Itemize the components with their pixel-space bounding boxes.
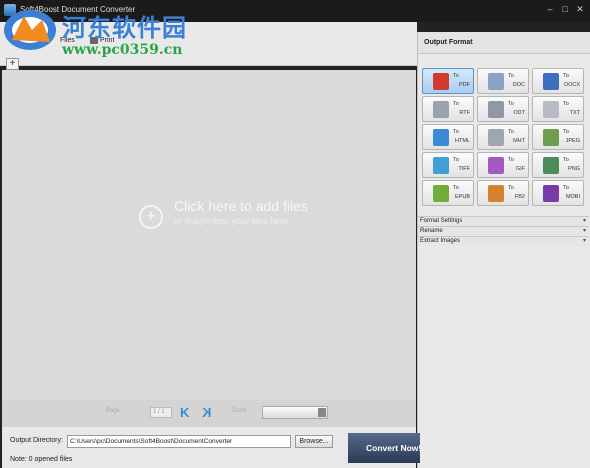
format-to-label: To xyxy=(563,185,569,191)
format-button-tiff[interactable]: To TIFF xyxy=(422,152,474,178)
format-button-mht[interactable]: To MHT xyxy=(477,124,529,150)
format-name: PDF xyxy=(459,82,470,88)
format-name: DOCX xyxy=(564,82,580,88)
format-name: HTML xyxy=(455,138,470,144)
format-to-label: To xyxy=(453,185,459,191)
pdf-icon xyxy=(433,73,449,90)
section-label: Format Settings xyxy=(420,218,463,224)
section-label: Rename xyxy=(420,228,443,234)
format-to-label: To xyxy=(453,157,459,163)
format-button-odt[interactable]: To ODT xyxy=(477,96,529,122)
browse-button[interactable]: Browse... xyxy=(295,435,333,448)
section-format-settings[interactable]: Format Settings ▾ xyxy=(418,216,589,226)
format-to-label: To xyxy=(508,185,514,191)
output-directory-label: Output Directory: xyxy=(10,437,63,444)
add-file-small-button[interactable]: + xyxy=(6,58,19,70)
fb2-icon xyxy=(488,185,504,202)
maximize-button[interactable]: □ xyxy=(559,3,571,15)
drop-zone[interactable]: + Click here to add files or drag'n'drop… xyxy=(2,70,416,400)
app-icon xyxy=(4,4,16,16)
rtf-icon xyxy=(433,101,449,118)
jpeg-icon xyxy=(543,129,559,146)
format-button-doc[interactable]: To DOC xyxy=(477,68,529,94)
odt-icon xyxy=(488,101,504,118)
format-button-rtf[interactable]: To RTF xyxy=(422,96,474,122)
output-directory-input[interactable]: C:\Users\pc\Documents\Soft4Boost\Documen… xyxy=(67,435,291,448)
format-to-label: To xyxy=(563,101,569,107)
mht-icon xyxy=(488,129,504,146)
format-to-label: To xyxy=(563,157,569,163)
chevron-down-icon[interactable]: ▾ xyxy=(583,217,586,224)
format-name: RTF xyxy=(459,110,470,116)
epub-icon xyxy=(433,185,449,202)
format-name: FB2 xyxy=(514,194,525,200)
print-button[interactable]: Print xyxy=(89,37,114,44)
status-note: Note: 0 opened files xyxy=(10,456,73,463)
panel-title: Output Format xyxy=(424,39,473,46)
docx-icon xyxy=(543,73,559,90)
format-name: JPEG xyxy=(565,138,580,144)
format-to-label: To xyxy=(508,101,514,107)
format-button-txt[interactable]: To TXT xyxy=(532,96,584,122)
section-label: Extract Images xyxy=(420,238,461,244)
section-rename[interactable]: Rename ▾ xyxy=(418,226,589,236)
format-button-pdf[interactable]: To PDF xyxy=(422,68,474,94)
zoom-label: Zoom xyxy=(231,408,247,414)
format-button-epub[interactable]: To EPUB xyxy=(422,180,474,206)
last-page-button[interactable]: K xyxy=(202,405,211,420)
format-button-html[interactable]: To HTML xyxy=(422,124,474,150)
format-to-label: To xyxy=(563,73,569,79)
format-to-label: To xyxy=(453,73,459,79)
format-button-mobi[interactable]: To MOBI xyxy=(532,180,584,206)
drop-title[interactable]: Click here to add files xyxy=(174,198,308,214)
title-bar: Soft4Boost Document Converter – □ ✕ xyxy=(0,0,590,22)
close-button[interactable]: ✕ xyxy=(574,3,586,15)
chevron-down-icon[interactable]: ▾ xyxy=(583,237,586,244)
zoom-slider[interactable] xyxy=(262,406,328,419)
format-name: GIF xyxy=(515,166,525,172)
format-to-label: To xyxy=(508,129,514,135)
tiff-icon xyxy=(433,157,449,174)
format-name: ODT xyxy=(513,110,525,116)
format-button-gif[interactable]: To GIF xyxy=(477,152,529,178)
window-title: Soft4Boost Document Converter xyxy=(20,5,136,14)
format-to-label: To xyxy=(453,129,459,135)
format-name: DOC xyxy=(512,82,525,88)
first-page-button[interactable]: K xyxy=(180,405,189,420)
output-format-panel: Output Format To PDF To DOC To DOCX To RTF To ODT… xyxy=(417,32,590,468)
html-icon xyxy=(433,129,449,146)
page-label: Page xyxy=(106,408,121,414)
format-name: TIFF xyxy=(458,166,470,172)
minimize-button[interactable]: – xyxy=(544,3,556,15)
format-name: EPUB xyxy=(455,194,470,200)
mobi-icon xyxy=(543,185,559,202)
format-button-png[interactable]: To PNG xyxy=(532,152,584,178)
format-button-jpeg[interactable]: To JPEG xyxy=(532,124,584,150)
chevron-down-icon[interactable]: ▾ xyxy=(583,227,586,234)
format-name: MOBI xyxy=(565,194,580,200)
page-bar: Page 1 / 1 K K Zoom xyxy=(2,400,416,427)
format-button-docx[interactable]: To DOCX xyxy=(532,68,584,94)
format-button-fb2[interactable]: To FB2 xyxy=(477,180,529,206)
format-to-label: To xyxy=(563,129,569,135)
png-icon xyxy=(543,157,559,174)
doc-icon xyxy=(488,73,504,90)
txt-icon xyxy=(543,101,559,118)
zoom-slider-thumb[interactable] xyxy=(318,408,326,417)
files-tab[interactable]: Files xyxy=(60,37,75,44)
format-name: MHT xyxy=(513,138,525,144)
add-files-plus-icon[interactable]: + xyxy=(139,205,163,229)
page-field[interactable]: 1 / 1 xyxy=(150,407,172,418)
convert-now-button[interactable]: Convert Now! xyxy=(348,433,420,463)
drop-subtitle: or drag'n'drop your files here xyxy=(174,216,288,226)
panel-header: Output Format xyxy=(418,32,590,54)
format-to-label: To xyxy=(453,101,459,107)
toolbar: Files Print xyxy=(0,22,417,66)
format-name: TXT xyxy=(569,110,580,116)
gif-icon xyxy=(488,157,504,174)
format-to-label: To xyxy=(508,73,514,79)
format-to-label: To xyxy=(508,157,514,163)
section-extract-images[interactable]: Extract Images ▾ xyxy=(418,236,589,246)
format-name: PNG xyxy=(568,166,580,172)
